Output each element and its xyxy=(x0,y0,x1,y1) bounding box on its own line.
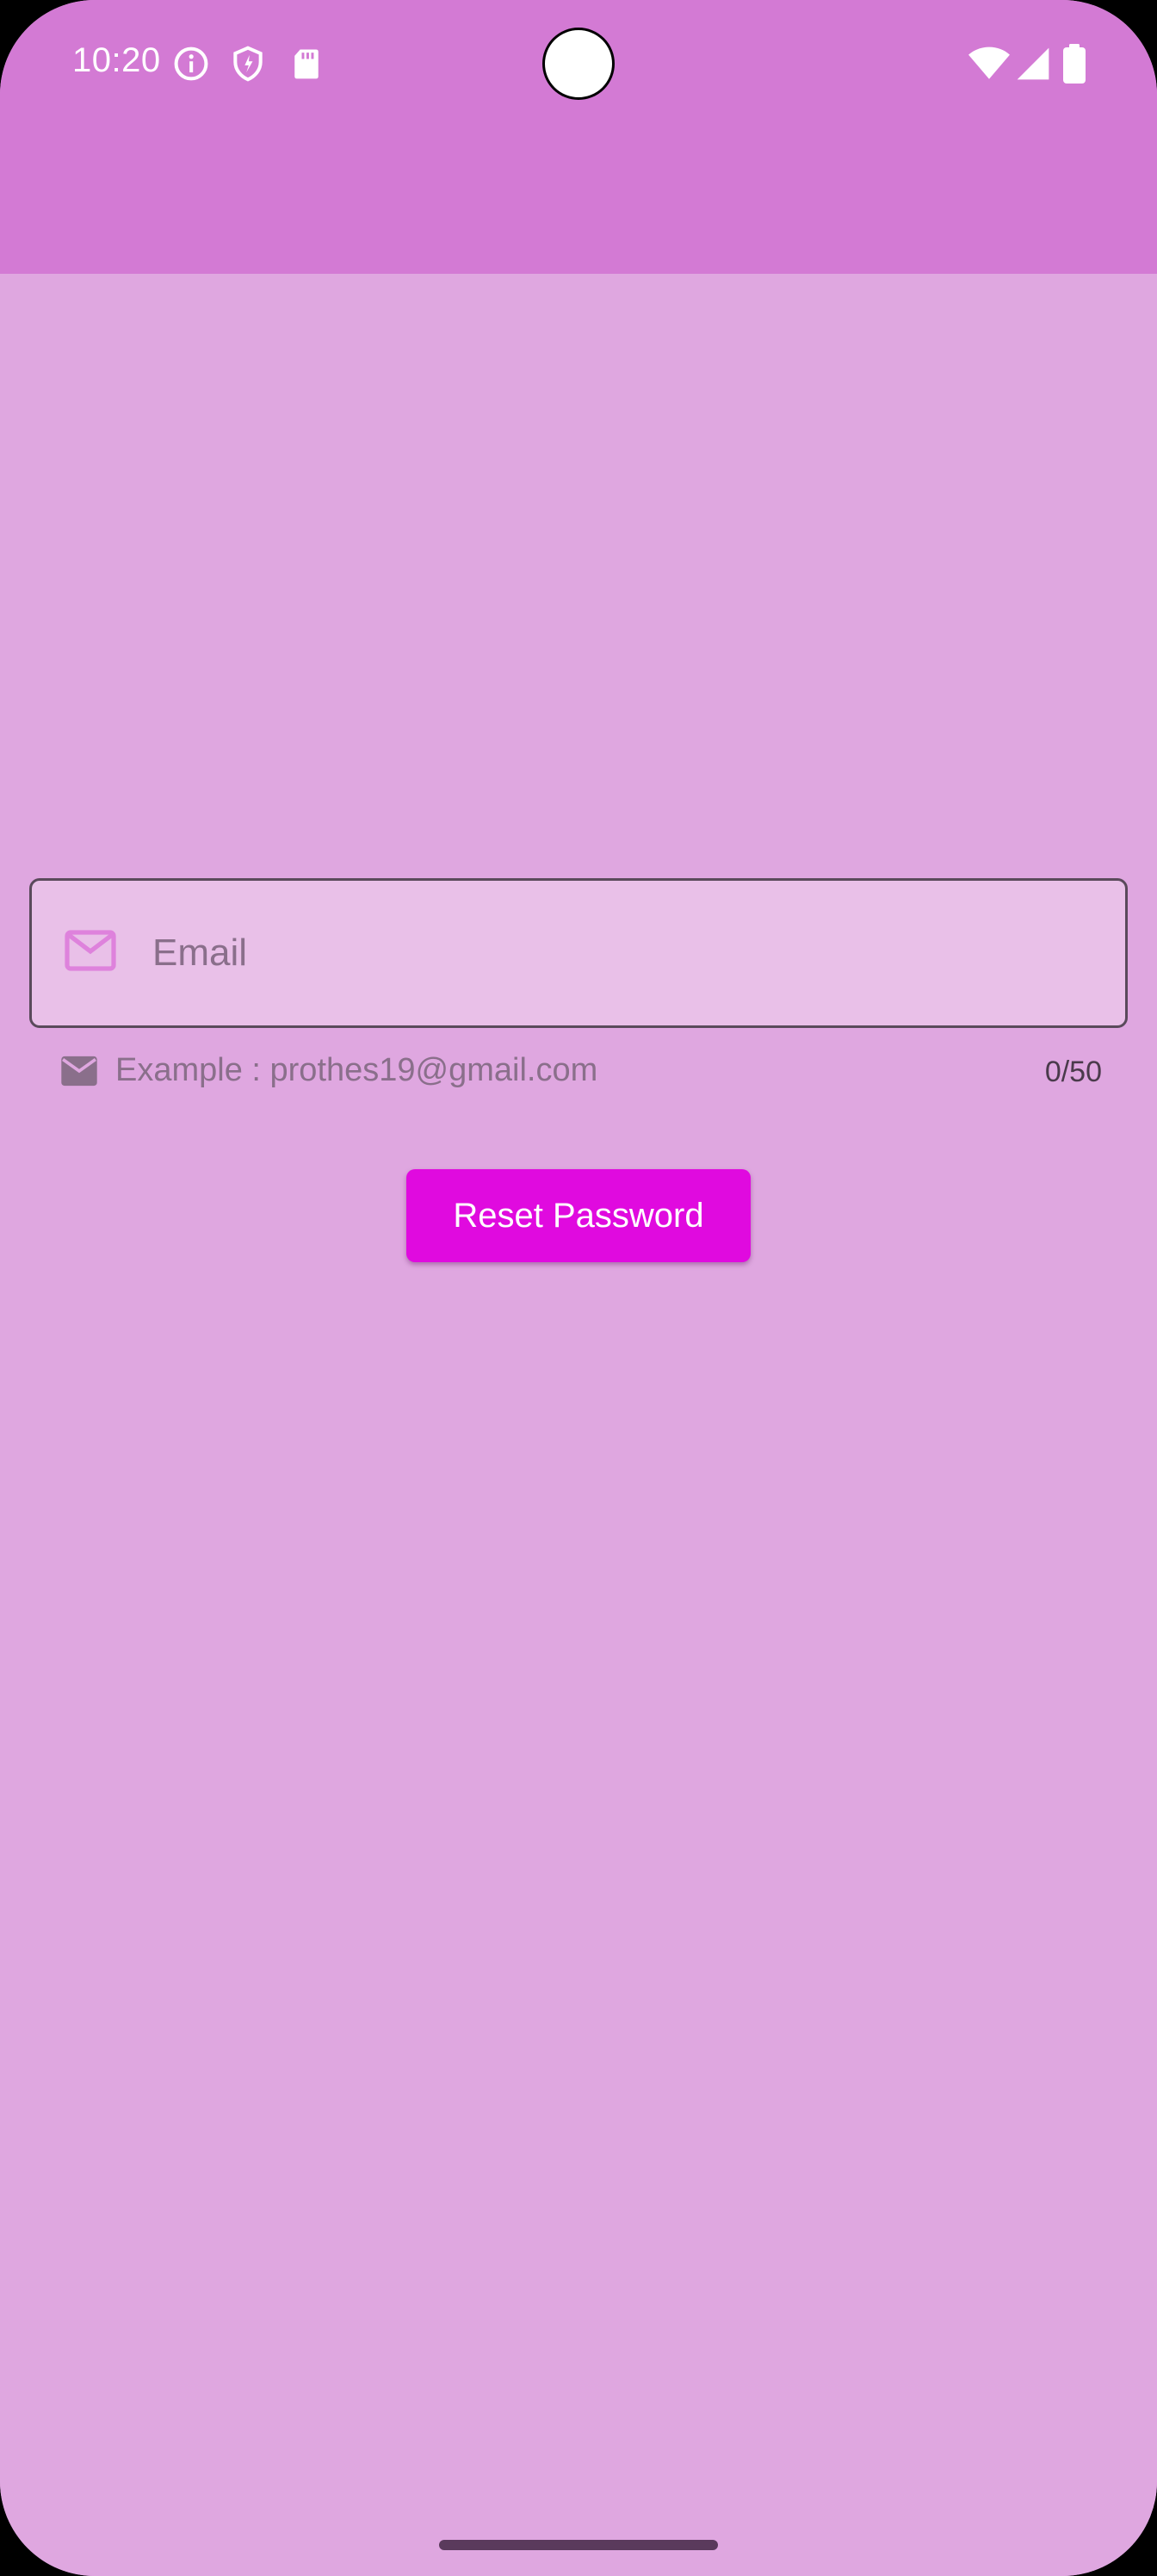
shield-icon xyxy=(233,46,263,82)
character-counter: 0/50 xyxy=(1044,1056,1102,1088)
email-input[interactable] xyxy=(152,881,1099,1025)
phone-screen: 10:20 Email Example: prothes19@gmail.co… xyxy=(0,0,1157,2576)
info-icon xyxy=(174,46,208,81)
status-time: 10:20 xyxy=(72,41,161,79)
mail-outline-icon xyxy=(65,930,116,971)
mail-icon xyxy=(61,1056,97,1087)
email-field[interactable] xyxy=(29,878,1128,1028)
app-bar xyxy=(0,129,1157,274)
camera-cutout xyxy=(542,28,615,100)
email-helper-text: Example : prothes19@gmail.com xyxy=(115,1052,598,1088)
reset-password-button[interactable]: Reset Password xyxy=(406,1169,751,1262)
signal-icon xyxy=(1017,47,1049,80)
email-helper-row: Example : prothes19@gmail.com 0/50 xyxy=(60,1050,1102,1097)
sd-card-icon xyxy=(294,49,319,79)
home-indicator[interactable] xyxy=(439,2540,718,2550)
battery-icon xyxy=(1063,44,1086,84)
status-bar: 10:20 xyxy=(0,0,1157,129)
wifi-icon xyxy=(968,46,1010,79)
content-area xyxy=(0,274,1157,2576)
